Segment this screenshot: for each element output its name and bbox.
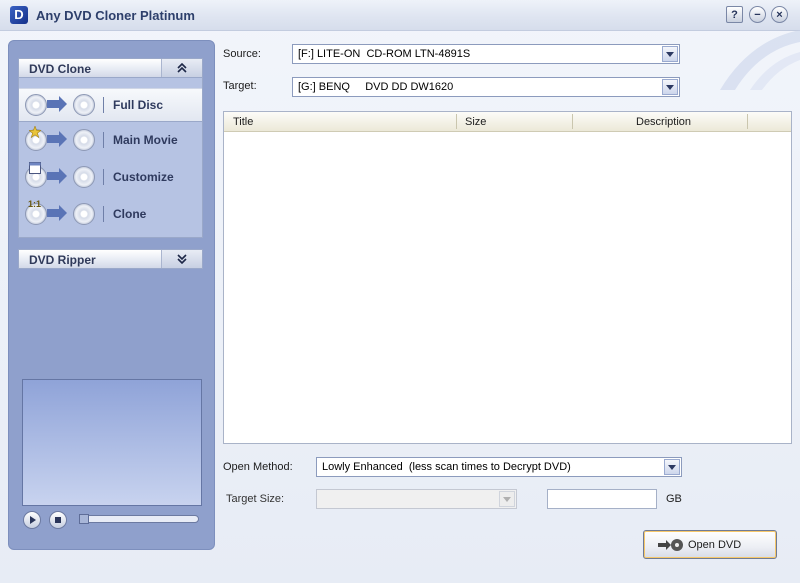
clone-options-list: Full Disc Main Movie Customize 1:1 Clone (18, 78, 203, 238)
target-disc-icon (73, 94, 95, 116)
source-label: Source: (223, 48, 261, 60)
separator (103, 206, 104, 222)
chevron-down-icon[interactable] (662, 46, 678, 62)
separator (103, 97, 104, 113)
dvd-clone-label: DVD Clone (29, 62, 92, 76)
chevron-down-icon[interactable] (499, 491, 515, 507)
option-label: Main Movie (113, 133, 178, 147)
option-label: Full Disc (113, 98, 164, 112)
option-label: Customize (113, 170, 174, 184)
play-button[interactable] (23, 511, 41, 529)
target-drive-value: [G:] BENQ DVD DD DW1620 (298, 81, 454, 93)
left-panel: DVD Clone Full Disc Main Movie Customize… (8, 40, 215, 550)
option-label: Clone (113, 207, 147, 221)
column-header-size[interactable]: Size (465, 116, 486, 128)
dvd-ripper-header[interactable]: DVD Ripper (18, 249, 203, 269)
dvd-clone-header[interactable]: DVD Clone (18, 58, 203, 78)
decorative-swoosh-icon (720, 30, 800, 90)
column-divider[interactable] (456, 114, 457, 129)
title-bar[interactable]: D Any DVD Cloner Platinum ? − × (0, 0, 800, 31)
seek-slider-thumb[interactable] (79, 514, 89, 524)
source-drive-value: [F:] LITE-ON CD-ROM LTN-4891S (298, 48, 471, 60)
minimize-button[interactable]: − (749, 6, 766, 23)
target-drive-select[interactable]: [G:] BENQ DVD DD DW1620 (292, 77, 680, 97)
arrow-right-icon (47, 96, 67, 112)
open-dvd-button[interactable]: Open DVD (643, 530, 777, 559)
seek-slider[interactable] (79, 514, 199, 524)
window-icon (29, 162, 41, 174)
size-unit-label: GB (666, 493, 682, 505)
star-icon (29, 126, 41, 138)
window-title: Any DVD Cloner Platinum (36, 8, 195, 23)
dvd-ripper-label: DVD Ripper (29, 253, 96, 267)
custom-size-input[interactable] (547, 489, 657, 509)
option-customize[interactable]: Customize (19, 161, 202, 193)
target-size-select[interactable] (316, 489, 517, 509)
column-divider[interactable] (572, 114, 573, 129)
separator (103, 132, 104, 148)
chevron-down-icon[interactable] (664, 459, 680, 475)
target-disc-icon (73, 166, 95, 188)
option-full-disc[interactable]: Full Disc (19, 88, 202, 122)
open-method-select[interactable]: Lowly Enhanced (less scan times to Decry… (316, 457, 682, 477)
option-clone[interactable]: 1:1 Clone (19, 198, 202, 230)
app-window: D Any DVD Cloner Platinum ? − × DVD Clon… (0, 0, 800, 583)
table-header: Title Size Description (224, 112, 791, 132)
stop-button[interactable] (49, 511, 67, 529)
open-dvd-label: Open DVD (688, 539, 742, 551)
target-size-label: Target Size: (226, 493, 285, 505)
app-logo-icon: D (10, 6, 28, 24)
video-preview (22, 379, 202, 506)
open-method-label: Open Method: (223, 461, 293, 473)
column-header-description[interactable]: Description (636, 116, 691, 128)
column-divider[interactable] (747, 114, 748, 129)
clone-ratio-badge: 1:1 (28, 199, 42, 209)
close-button[interactable]: × (771, 6, 788, 23)
target-label: Target: (223, 80, 257, 92)
column-header-title[interactable]: Title (233, 116, 253, 128)
disc-arrow-icon (658, 539, 683, 551)
arrow-right-icon (47, 168, 67, 184)
chevron-down-icon[interactable] (662, 79, 678, 95)
title-list-table[interactable]: Title Size Description (223, 111, 792, 444)
arrow-right-icon (47, 205, 67, 221)
open-method-value: Lowly Enhanced (less scan times to Decry… (322, 461, 571, 473)
expand-icon[interactable] (161, 250, 202, 268)
arrow-right-icon (47, 131, 67, 147)
target-disc-icon (73, 203, 95, 225)
target-disc-icon (73, 129, 95, 151)
collapse-icon[interactable] (161, 59, 202, 77)
option-main-movie[interactable]: Main Movie (19, 124, 202, 156)
separator (103, 169, 104, 185)
help-button[interactable]: ? (726, 6, 743, 23)
source-drive-select[interactable]: [F:] LITE-ON CD-ROM LTN-4891S (292, 44, 680, 64)
full-disc-icon (25, 94, 47, 116)
